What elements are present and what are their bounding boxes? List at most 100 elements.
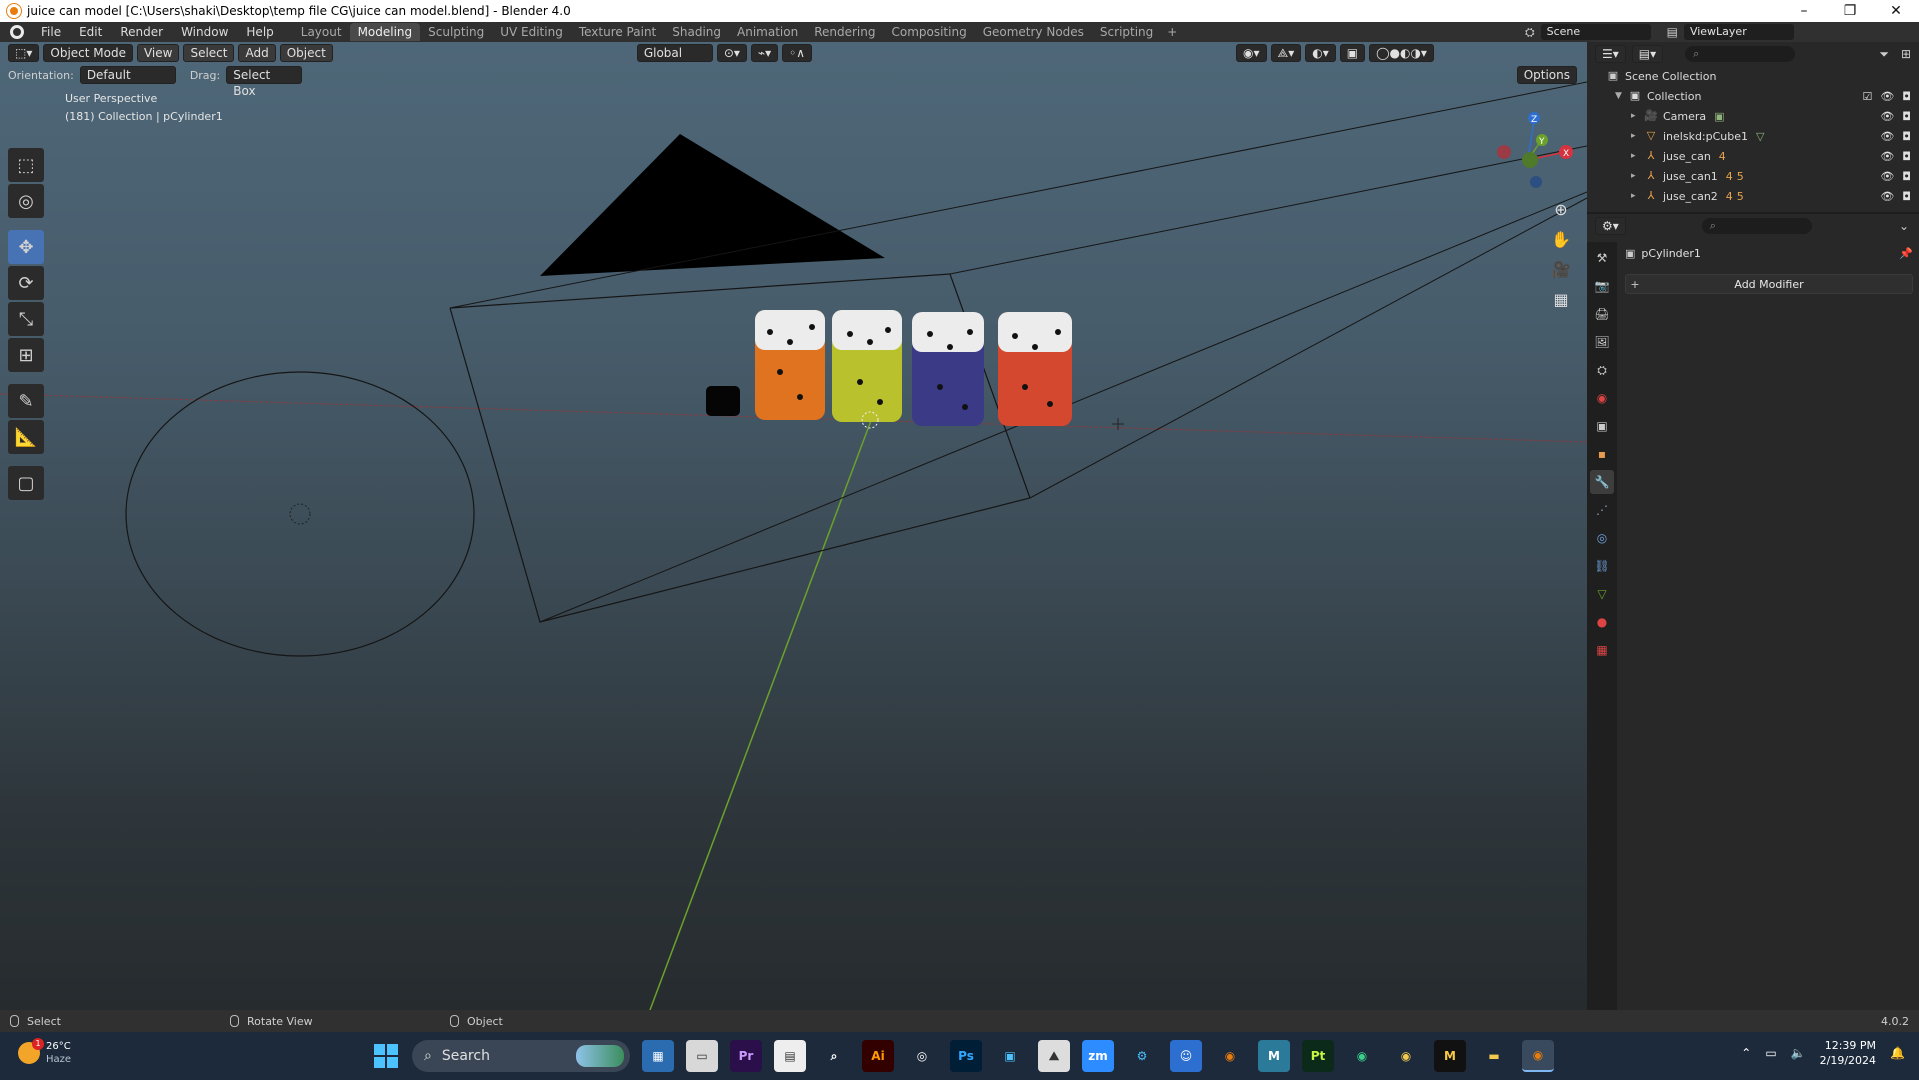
tab-rendering[interactable]: Rendering [806,23,883,41]
close-button[interactable]: ✕ [1873,3,1919,19]
checkbox-icon[interactable]: ☑ [1862,90,1872,103]
item-visibility[interactable]: 👁 ◘ [1880,130,1911,143]
tool-tab-icon[interactable]: ⚒ [1590,246,1614,270]
expand-collection-icon[interactable]: ▼ [1615,91,1627,101]
expand-icon[interactable]: ▸ [1631,191,1643,201]
tab-animation[interactable]: Animation [729,23,806,41]
outliner-item[interactable]: ▸ ⅄ juse_can1 4 5 👁 ◘ [1587,166,1919,186]
network-icon[interactable]: ▭ [1765,1046,1776,1060]
zoom-app-icon[interactable]: zm [1082,1040,1114,1072]
render-camera-icon[interactable]: ◘ [1902,170,1911,183]
menu-help[interactable]: Help [237,25,282,39]
render-tab-icon[interactable]: 📷 [1590,274,1614,298]
collection-row[interactable]: ▼ ▣ Collection ☑ 👁 ◘ [1587,86,1919,106]
scene-collection-row[interactable]: ▣ Scene Collection [1587,66,1919,86]
outliner-item[interactable]: ▸ ⅄ juse_can 4 👁 ◘ [1587,146,1919,166]
transform-icon[interactable]: ⊞ [8,338,44,372]
new-collection-icon[interactable]: ⊞ [1901,47,1911,61]
eye-icon[interactable]: 👁 [1880,150,1894,163]
drag-select[interactable]: Select Box [226,66,303,98]
tab-scripting[interactable]: Scripting [1092,23,1161,41]
eye-icon[interactable]: 👁 [1880,110,1894,123]
search-app-icon[interactable]: ⌕ [818,1040,850,1072]
maya-app-icon[interactable]: M [1258,1040,1290,1072]
blender-taskbar-icon[interactable]: ◉ [1214,1040,1246,1072]
folder-app-icon[interactable]: ▬ [1478,1040,1510,1072]
menu-file[interactable]: File [32,25,70,39]
menu-window[interactable]: Window [172,25,237,39]
menu-add[interactable]: Add [238,44,276,62]
outliner-search[interactable]: ⌕ [1685,46,1796,62]
chat-app-icon[interactable]: ☺ [1170,1040,1202,1072]
xray-toggle-button[interactable]: ▣ [1339,44,1366,62]
item-visibility[interactable]: 👁 ◘ [1880,190,1911,203]
scene-field[interactable]: Scene [1540,24,1651,40]
transform-orientation-select[interactable]: Global [636,44,713,62]
visibility-button[interactable]: ◉▾ [1236,44,1267,62]
particles-tab-icon[interactable]: ⋰ [1590,498,1614,522]
tab-modeling[interactable]: Modeling [349,23,421,41]
add-cube-icon[interactable]: ▢ [8,466,44,500]
view-layer-icon[interactable]: ▤ [1667,25,1678,39]
scene-tab-icon[interactable]: ⛭ [1590,358,1614,382]
photoshop-app-icon[interactable]: Ps [950,1040,982,1072]
world-tab-icon[interactable]: ◉ [1590,386,1614,410]
gizmo-toggle-button[interactable]: ⟁▾ [1270,44,1302,62]
chrome-app-icon[interactable]: ◉ [1390,1040,1422,1072]
constraints-tab-icon[interactable]: ⛓ [1590,554,1614,578]
taskbar-search[interactable]: ⌕ Search [412,1040,630,1072]
eye-icon[interactable]: 👁 [1880,170,1894,183]
move-icon[interactable]: ✥ [8,230,44,264]
widgets-app-icon[interactable]: ▦ [642,1040,674,1072]
edge-app-icon[interactable]: ◉ [1346,1040,1378,1072]
outliner-display-mode[interactable]: ▤▾ [1631,45,1664,63]
premiere-app-icon[interactable]: Pr [730,1040,762,1072]
menu-edit[interactable]: Edit [70,25,111,39]
add-modifier-button[interactable]: + Add Modifier [1625,274,1913,294]
menu-object[interactable]: Object [279,44,333,62]
mode-selector[interactable]: Object Mode [43,44,133,62]
scale-icon[interactable]: ⤡ [8,302,44,336]
start-button[interactable] [374,1044,398,1068]
filter-icon[interactable]: ⏷ [1879,47,1889,62]
aperture-app-icon[interactable]: ◎ [906,1040,938,1072]
snap-button[interactable]: ⌁▾ [750,44,779,62]
editor-type-button[interactable]: ⬚▾ [8,44,40,62]
overlay-toggle-button[interactable]: ◐▾ [1305,44,1336,62]
zoom-icon[interactable]: ⊕ [1548,196,1574,222]
volume-icon[interactable]: 🔈 [1791,1046,1806,1060]
scene-icon[interactable]: ⛭ [1525,25,1535,40]
blender-logo-icon[interactable] [10,25,24,39]
material-tab-icon[interactable]: ● [1590,610,1614,634]
add-workspace-icon[interactable]: + [1161,25,1183,39]
menu-select[interactable]: Select [183,44,235,62]
tab-geometry-nodes[interactable]: Geometry Nodes [975,23,1092,41]
settings-app-icon[interactable]: ⚙ [1126,1040,1158,1072]
tab-layout[interactable]: Layout [293,23,350,41]
texture-tab-icon[interactable]: ▦ [1590,638,1614,662]
annotate-icon[interactable]: ✎ [8,384,44,418]
render-camera-icon[interactable]: ◘ [1902,90,1911,103]
view-layer-tab-icon[interactable]: 🖼 [1590,330,1614,354]
render-camera-icon[interactable]: ◘ [1902,110,1911,123]
view-layer-field[interactable]: ViewLayer [1683,24,1794,40]
minimize-button[interactable]: – [1781,3,1827,19]
menu-view[interactable]: View [136,44,180,62]
clock[interactable]: 12:39 PM 2/19/2024 [1820,1038,1876,1068]
select-box-icon[interactable]: ⬚ [8,148,44,182]
outliner-item[interactable]: ▸ 🎥 Camera ▣ 👁 ◘ [1587,106,1919,126]
proportional-edit-button[interactable]: ◦∧ [782,44,813,62]
camera-view-icon[interactable]: 🎥 [1548,256,1574,282]
pivot-point-button[interactable]: ⊙▾ [716,44,747,62]
eye-icon[interactable]: 👁 [1880,90,1894,103]
menu-render[interactable]: Render [111,25,172,39]
notifications-icon[interactable]: 🔔 [1890,1046,1905,1060]
physics-tab-icon[interactable]: ◎ [1590,526,1614,550]
item-visibility[interactable]: 👁 ◘ [1880,170,1911,183]
object-tab-icon[interactable]: ▪ [1590,442,1614,466]
properties-search[interactable]: ⌕ [1701,218,1812,234]
illustrator-app-icon[interactable]: Ai [862,1040,894,1072]
measure-icon[interactable]: 📐 [8,420,44,454]
options-button[interactable]: Options [1516,66,1577,84]
tab-sculpting[interactable]: Sculpting [420,23,492,41]
